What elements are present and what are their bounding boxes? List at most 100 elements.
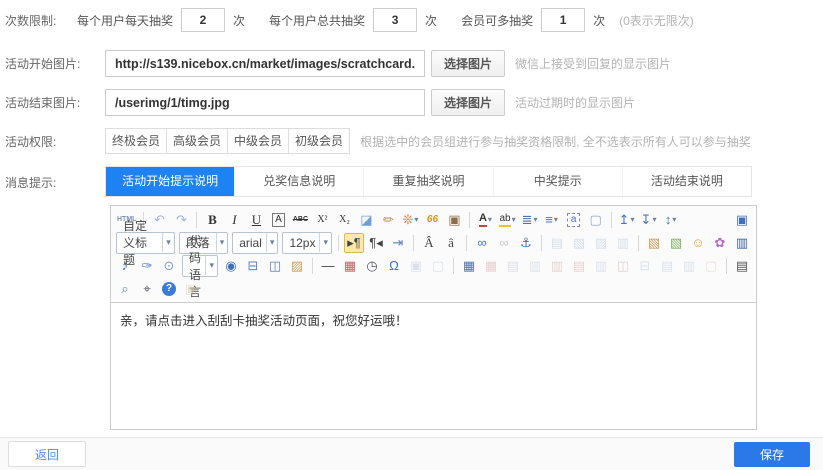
font-color-icon[interactable]: A▾ — [475, 210, 495, 230]
italic-icon[interactable]: I — [224, 210, 244, 230]
format-painter-icon[interactable]: ✏ — [378, 210, 398, 230]
redo-icon[interactable]: ↷ — [171, 210, 191, 230]
search-icon[interactable]: ⌕ — [115, 279, 135, 299]
chevron-down-icon: ▾ — [414, 215, 418, 224]
chevron-down-icon: ▾ — [631, 215, 635, 224]
map-icon[interactable]: ⊙ — [159, 256, 179, 276]
find-replace-icon[interactable]: ⌖ — [137, 279, 157, 299]
bold-icon[interactable]: B — [202, 210, 222, 230]
paragraph-spacing-top-icon[interactable]: ↥▾ — [617, 210, 637, 230]
chevron-down-icon: ▾ — [488, 215, 492, 224]
music-icon[interactable]: ♪ — [115, 256, 135, 276]
upload-image-icon[interactable]: ▧ — [666, 233, 686, 253]
chevron-down-icon: ▾ — [672, 215, 676, 224]
superscript-icon[interactable]: X² — [312, 210, 332, 230]
strikethrough-icon[interactable]: ABC — [290, 210, 310, 230]
code-language-select[interactable]: 代码语言▾ — [182, 255, 218, 277]
to-lowercase-icon[interactable]: â — [441, 233, 461, 253]
message-tab[interactable]: 中奖提示 — [493, 167, 622, 196]
help-icon[interactable]: ? — [159, 279, 179, 299]
remove-format-icon[interactable]: ◪ — [356, 210, 376, 230]
permission-group: 终极会员高级会员中级会员初级会员 — [105, 128, 350, 154]
custom-style-select[interactable]: 自定义标题▾ — [116, 232, 175, 254]
start-image-pick-button[interactable]: 选择图片 — [431, 50, 505, 77]
member-extra-input[interactable] — [541, 8, 585, 32]
chevron-down-icon: ▾ — [534, 215, 538, 224]
member-option-button[interactable]: 高级会员 — [166, 128, 228, 154]
message-tab[interactable]: 活动开始提示说明 — [106, 167, 234, 196]
end-image-input[interactable] — [105, 89, 425, 116]
end-image-hint: 活动过期时的显示图片 — [515, 94, 635, 111]
snapshot-icon[interactable]: ▨ — [287, 256, 307, 276]
fullscreen-icon[interactable]: ▣ — [732, 210, 752, 230]
toolbar-separator — [541, 235, 542, 251]
to-uppercase-icon[interactable]: Â — [419, 233, 439, 253]
member-option-button[interactable]: 中级会员 — [227, 128, 289, 154]
member-option-button[interactable]: 初级会员 — [288, 128, 350, 154]
date-icon[interactable]: ▦ — [340, 256, 360, 276]
message-tab[interactable]: 重复抽奖说明 — [363, 167, 492, 196]
permission-label: 活动权限: — [5, 133, 105, 150]
paragraph-spacing-bottom-icon[interactable]: ↧▾ — [639, 210, 659, 230]
anchor-icon[interactable]: ⚓ — [516, 233, 536, 253]
insert-table-icon[interactable]: ▦ — [459, 256, 479, 276]
image-center-icon: ▥ — [613, 233, 633, 253]
emotion-icon[interactable]: ☺ — [688, 233, 708, 253]
pagebreak-icon[interactable]: ⊟ — [243, 256, 263, 276]
clear-doc-icon[interactable]: ▢ — [586, 210, 606, 230]
link-icon[interactable]: ∞ — [472, 233, 492, 253]
permission-row: 活动权限: 终极会员高级会员中级会员初级会员 根据选中的会员组进行参与抽奖资格限… — [5, 128, 823, 154]
print-icon[interactable]: ▤ — [732, 256, 752, 276]
editor-content[interactable]: 亲，请点击进入刮刮卡抽奖活动页面，祝您好运哦！ — [111, 303, 756, 429]
special-char-icon[interactable]: Ω — [384, 256, 404, 276]
limit-row: 次数限制: 每个用户每天抽奖 次 每个用户总共抽奖 次 会员可多抽奖 次 (0表… — [5, 0, 823, 32]
subscript-icon[interactable]: X₂ — [334, 210, 354, 230]
time-icon[interactable]: ◷ — [362, 256, 382, 276]
indent-icon[interactable]: ⇥ — [388, 233, 408, 253]
total-input[interactable] — [373, 8, 417, 32]
unordered-list-icon[interactable]: ≡▾ — [542, 210, 562, 230]
attachment-icon[interactable]: ✑ — [137, 256, 157, 276]
per-day-input[interactable] — [181, 8, 225, 32]
font-family-select[interactable]: arial▾ — [232, 232, 278, 254]
chevron-down-icon: ▾ — [554, 215, 558, 224]
columns-icon[interactable]: ◫ — [265, 256, 285, 276]
toolbar-separator — [453, 258, 454, 274]
back-color-icon[interactable]: ab▾ — [497, 210, 517, 230]
member-extra-label: 会员可多抽奖 — [461, 12, 533, 29]
image-left-icon: ▧ — [569, 233, 589, 253]
toolbar-separator — [413, 235, 414, 251]
start-image-input[interactable] — [105, 50, 425, 77]
insert-image-icon[interactable]: ▧ — [644, 233, 664, 253]
toolbar-separator — [196, 212, 197, 228]
message-tab[interactable]: 活动结束说明 — [622, 167, 751, 196]
scratch-card-settings-page: 次数限制: 每个用户每天抽奖 次 每个用户总共抽奖 次 会员可多抽奖 次 (0表… — [0, 0, 823, 470]
rtl-icon[interactable]: ¶◂ — [366, 233, 386, 253]
end-image-pick-button[interactable]: 选择图片 — [431, 89, 505, 116]
font-size-select[interactable]: 12px▾ — [282, 232, 332, 254]
select-all-icon[interactable]: a — [564, 210, 584, 230]
scrawl-icon[interactable]: ✿ — [710, 233, 730, 253]
line-height-icon[interactable]: ↕▾ — [661, 210, 681, 230]
member-option-button[interactable]: 终极会员 — [105, 128, 167, 154]
paragraph-select[interactable]: 段落▾ — [179, 232, 228, 254]
insert-video-icon[interactable]: ▥ — [732, 233, 752, 253]
message-tab[interactable]: 兑奖信息说明 — [234, 167, 363, 196]
underline-icon[interactable]: U — [246, 210, 266, 230]
font-border-icon[interactable]: A — [268, 210, 288, 230]
ordered-list-icon[interactable]: ≣▾ — [520, 210, 540, 230]
toolbar-separator — [638, 235, 639, 251]
horizontal-rule-icon[interactable]: — — [318, 256, 338, 276]
image-right-icon: ▨ — [591, 233, 611, 253]
blockquote-icon[interactable]: 66 — [422, 210, 442, 230]
back-button[interactable]: 返回 — [8, 441, 86, 467]
auto-typeset-icon[interactable]: ❊▾ — [400, 210, 420, 230]
per-day-unit: 次 — [233, 12, 245, 29]
editor-toolbar: HTML↶↷BIUAABCX²X₂◪✏❊▾66▣A▾ab▾≣▾≡▾a▢↥▾↧▾↕… — [111, 206, 756, 303]
insert-code-icon[interactable]: ◉ — [221, 256, 241, 276]
paste-plain-icon[interactable]: ▣ — [444, 210, 464, 230]
merge-down-icon: ⊟ — [635, 256, 655, 276]
chevron-down-icon: ▾ — [653, 215, 657, 224]
save-button[interactable]: 保存 — [734, 442, 810, 467]
ltr-icon[interactable]: ▸¶ — [344, 233, 364, 253]
